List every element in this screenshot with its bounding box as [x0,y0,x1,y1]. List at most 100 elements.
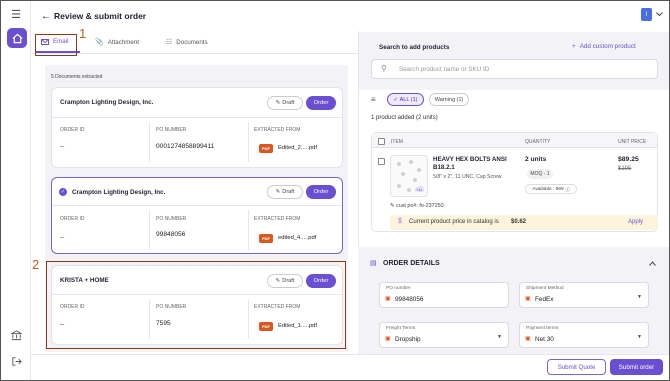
payment-terms-select[interactable]: Payment terms ▣ Net 30 ▼ [519,322,649,348]
tab-attachment[interactable]: 📎 Attachment [95,38,140,47]
order-id-value: -- [60,143,65,150]
pdf-icon: PDF [259,234,273,243]
shipment-method-label: Shipment Method [526,286,564,291]
lock-icon: ▣ [385,296,391,302]
po-number-field-value: 99848056 [395,296,424,303]
tab-documents-label: Documents [176,38,208,46]
document-card-selected[interactable]: ✓ Crampton Lighting Design, Inc. ✎ Draft … [51,177,343,254]
plus-icon: + [572,43,576,50]
po-number-value: 0001274858899411 [156,143,215,150]
apply-button[interactable]: Apply [628,219,643,225]
filter-sliders-icon[interactable]: ≡ [371,95,376,104]
search-title: Search to add products [379,44,450,51]
tabs-divider [31,53,358,54]
app-window: ☰ ← Review & submit order I Email 📎 Atta… [0,0,670,381]
caret-down-icon: ▼ [637,294,642,300]
po-number-field[interactable]: PO number ▣ 99848056 [379,282,509,308]
pencil-icon: ✎ [275,189,281,195]
table-header [372,133,657,148]
draft-label: Draft [282,189,295,195]
po-number-label: PO NUMBER [156,216,187,222]
hamburger-menu-icon[interactable]: ☰ [9,8,23,21]
select-all-checkbox[interactable] [378,138,385,145]
order-button[interactable]: Order [306,185,336,199]
pdf-icon: PDF [259,144,273,153]
extracted-from-label: EXTRACTED FROM [254,127,301,133]
info-icon: ⓘ [563,187,570,193]
search-icon: ⚲ [381,64,387,73]
add-custom-label: Add custom product [579,43,636,50]
col-unit-price: UNIT PRICE [618,139,647,145]
draft-button[interactable]: ✎ Draft [267,96,303,110]
po-number-label: PO NUMBER [156,127,187,133]
payment-terms-value: Net 30 [535,336,554,343]
col-divider [248,210,249,250]
thumb-badge: +1c [415,187,424,192]
logout-icon[interactable] [9,354,23,368]
price-note: Current product price in catalog is [409,219,499,225]
card-divider [52,205,342,206]
price-warning-banner: $ Current product price in catalog is $0… [390,215,658,230]
shipment-method-select[interactable]: Shipment Method ▣ FedEx ▼ [519,282,649,308]
col-item: ITEM [391,139,403,145]
extracted-from-label: EXTRACTED FROM [254,216,301,222]
page-title: Review & submit order [54,11,147,21]
product-name: HEAVY HEX BOLTS ANSI B18.2.1 [433,156,507,172]
quantity-value: 2 units [525,156,547,163]
card-divider [52,117,342,118]
payment-terms-label: Payment terms [526,326,559,331]
file-link[interactable]: Edited_2.....pdf [278,145,317,151]
company-name: Crampton Lighting Design, Inc. [72,189,166,196]
freight-terms-label: Freight Terms [386,326,416,331]
row-checkbox[interactable] [378,158,385,165]
annotation-label-1: 1 [79,26,87,41]
product-thumbnail: +1c [390,155,428,197]
tab-attachment-label: Attachment [107,38,140,46]
caret-down-icon: ▼ [637,334,642,340]
filter-all-chip[interactable]: ✓ ALL (1) [387,93,424,106]
freight-terms-select[interactable]: Freight Terms ▣ Dropship ▼ [379,322,509,348]
order-button[interactable]: Order [306,96,336,110]
order-id-value: -- [60,234,65,241]
avatar[interactable]: I [641,8,652,21]
order-id-label: ORDER ID [60,216,85,222]
order-id-label: ORDER ID [60,127,85,133]
bank-icon[interactable] [9,328,23,342]
annotation-label-2: 2 [32,257,40,272]
product-search-input[interactable]: ⚲ Search product name or SKU ID [371,59,658,79]
document-card[interactable]: Crampton Lighting Design, Inc. ✎ Draft Or… [51,87,343,168]
po-number-field-label: PO number [386,286,411,291]
pencil-icon: ✎ [275,100,281,106]
nav-rail: ☰ [1,1,31,380]
home-icon[interactable] [7,28,27,48]
draft-label: Draft [282,100,295,106]
filter-all-label: ALL (1) [399,96,418,103]
lock-icon: ▣ [385,336,391,342]
col-quantity: QUANTITY [525,139,551,145]
add-custom-product-link[interactable]: + Add custom product [572,43,636,50]
annotation-box-2 [46,261,346,349]
cust-po-note: ✎ cust po#: fo-237250 [390,203,444,209]
check-circle-icon: ✓ [59,188,67,196]
tab-documents[interactable]: ☷ Documents [166,38,208,47]
old-price: $105 [618,166,632,172]
dollar-icon: $ [398,218,402,225]
draft-button[interactable]: ✎ Draft [267,185,303,199]
submit-quote-button[interactable]: Submit Quote [547,359,606,375]
lock-icon: ▣ [525,296,531,302]
caret-down-icon: ▼ [497,334,502,340]
filter-warning-chip[interactable]: Warning (1) [429,93,469,106]
paperclip-icon: 📎 [95,39,104,46]
chevron-up-icon[interactable] [647,259,657,268]
file-link[interactable]: edited_4.....pdf [278,235,316,241]
document-icon: ▤ [370,260,377,267]
cust-po-label: cust po#: fo-237250 [396,203,444,209]
chevron-down-icon[interactable] [655,10,664,19]
po-number-value: 99848056 [156,231,186,238]
annotation-box-1 [35,34,77,56]
submit-order-button[interactable]: Submit order [610,359,663,375]
back-arrow-icon[interactable]: ← [40,10,52,22]
col-divider [149,210,150,250]
lock-icon: ▣ [525,336,531,342]
freight-terms-value: Dropship [395,336,421,343]
